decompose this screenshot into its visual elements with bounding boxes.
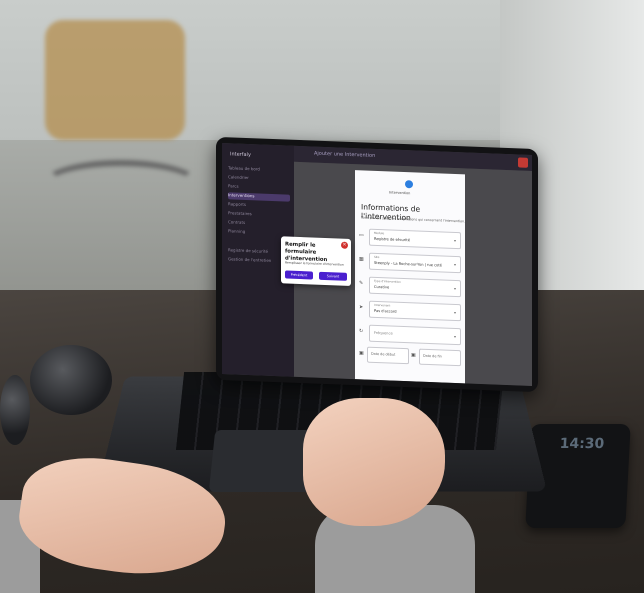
end-date-placeholder: Date de fin [423, 353, 442, 359]
headphones [30, 345, 112, 415]
headphones-second-cup [0, 375, 30, 445]
module-label: Module [374, 230, 385, 236]
module-icon: ▭ [359, 232, 364, 239]
next-button[interactable]: Suivant [319, 271, 347, 281]
start-date-placeholder: Date de début [371, 351, 396, 357]
sidebar-item-calendar[interactable]: Calendrier [228, 174, 290, 183]
guided-tour-popover: Remplir le formulaire d'intervention × R… [281, 236, 351, 287]
sidebar-item-reports[interactable]: Rapports [228, 201, 290, 210]
site-icon: ▦ [359, 256, 364, 263]
sidebar-item-planning[interactable]: Planning [228, 228, 290, 237]
frequency-placeholder: Fréquence [374, 330, 393, 336]
intervenant-select[interactable]: Intervenant Pas d'accord ▾ [369, 300, 461, 322]
sidebar-item-contracts[interactable]: Contrats [228, 219, 290, 228]
site-select[interactable]: Site Steenply - La Roche-sur-Yon | rue c… [369, 252, 461, 274]
tour-body: Remplissez le formulaire d'intervention [285, 260, 344, 267]
page-title: Ajouter une Intervention [314, 150, 376, 159]
close-icon[interactable] [518, 157, 528, 168]
sidebar-item-dashboard[interactable]: Tableau de bord [228, 165, 290, 174]
intervention-type-select[interactable]: Type d'intervention Curative ▾ [369, 276, 461, 298]
start-date-field[interactable]: Date de début [367, 346, 409, 365]
chevron-down-icon: ▾ [453, 261, 456, 268]
intervention-type-label: Type d'intervention [374, 278, 401, 284]
laptop-screen: Interfaly Tableau de bord Calendrier Par… [216, 136, 538, 393]
office-chair [45, 20, 185, 140]
end-date-field[interactable]: Date de fin [419, 348, 461, 367]
intervenant-placeholder: Pas d'accord [374, 308, 397, 314]
previous-button[interactable]: Précédent [285, 270, 313, 280]
close-icon[interactable]: × [341, 241, 348, 249]
chevron-down-icon: ▾ [453, 333, 456, 340]
arrow-icon: ➤ [359, 304, 364, 311]
brand-logo: Interfaly [230, 151, 251, 159]
step-indicator-icon [405, 180, 413, 189]
frequency-select[interactable]: Fréquence ▾ [369, 324, 461, 346]
site-value: Steenply - La Roche-sur-Yon | rue coté [374, 260, 442, 268]
calendar-icon: ▣ [411, 352, 416, 359]
chevron-down-icon: ▾ [453, 285, 456, 292]
photo-scene: 14:30 Interfaly Tableau de bord Calendri… [0, 0, 644, 593]
app-window: Interfaly Tableau de bord Calendrier Par… [222, 143, 532, 386]
refresh-icon: ↻ [359, 328, 364, 335]
phone-clock: 14:30 [559, 436, 605, 452]
sidebar-item-providers[interactable]: Prestataires [228, 210, 290, 219]
chevron-down-icon: ▾ [453, 237, 456, 244]
module-value: Registre de sécurité [374, 236, 410, 243]
intervention-type-value: Curative [374, 284, 390, 290]
calendar-icon: ▣ [359, 350, 364, 357]
step-label: Intervention [389, 190, 411, 196]
sidebar-item-parcs[interactable]: Parcs [228, 183, 290, 192]
wrench-icon: ✎ [359, 280, 364, 287]
office-chair-base [40, 160, 202, 212]
sidebar-item-interventions[interactable]: Interventions [228, 192, 290, 202]
module-select[interactable]: Module Registre de sécurité ▾ [369, 228, 461, 250]
intervenant-label: Intervenant [374, 302, 391, 308]
chevron-down-icon: ▾ [453, 309, 456, 316]
right-hand [303, 398, 445, 526]
intervention-form: Intervention Informations de l'intervent… [355, 170, 465, 384]
site-label: Site [374, 254, 380, 260]
